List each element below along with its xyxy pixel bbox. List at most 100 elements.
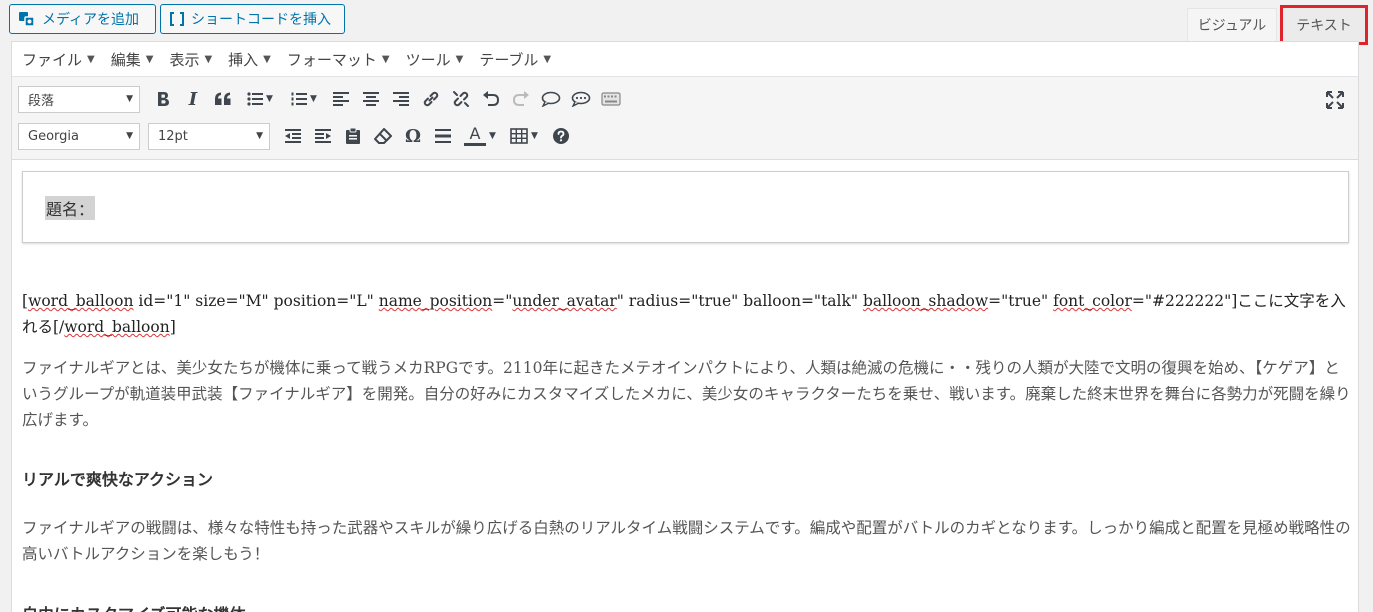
link-icon — [422, 90, 440, 108]
title-block[interactable]: 題名： — [22, 171, 1349, 243]
block-format-value: 段落 — [28, 93, 55, 109]
unlink-icon — [452, 90, 470, 108]
bold-icon — [156, 91, 170, 107]
align-center-icon — [363, 92, 379, 106]
shortcode-text: under_avatar — [512, 292, 617, 310]
editor-menubar: ファイル ▼ 編集 ▼ 表示 ▼ 挿入 ▼ フォーマット ▼ ツール ▼ テーブル ▼ — [12, 42, 1358, 77]
fullscreen-button[interactable] — [1320, 86, 1350, 114]
font-size-select[interactable]: 12pt ▼ — [148, 122, 270, 150]
indent-button[interactable] — [308, 122, 338, 150]
speech-bubble-icon — [541, 91, 561, 107]
chevron-down-icon: ▼ — [126, 94, 133, 104]
tab-visual[interactable]: ビジュアル — [1187, 8, 1277, 41]
font-family-value: Georgia — [28, 128, 79, 144]
clear-formatting-button[interactable] — [368, 122, 398, 150]
comment-button[interactable] — [536, 85, 566, 113]
horizontal-rule-icon — [435, 129, 451, 143]
shortcode-text: word_balloon — [64, 318, 170, 336]
comment-dots-button[interactable] — [566, 85, 596, 113]
keyboard-icon — [601, 92, 621, 106]
outdent-button[interactable] — [278, 122, 308, 150]
fullscreen-icon — [1326, 91, 1344, 109]
toolbar-row-1: 段落 ▼ I ▼ ▼ — [18, 84, 626, 114]
tinymce-editor: ファイル ▼ 編集 ▼ 表示 ▼ 挿入 ▼ フォーマット ▼ ツール ▼ テーブル ▼ 段落 … — [11, 41, 1359, 612]
align-center-button[interactable] — [356, 85, 386, 113]
chevron-down-icon: ▼ — [126, 131, 133, 141]
chevron-down-icon: ▼ — [263, 53, 271, 65]
add-media-button[interactable]: メディアを追加 — [9, 4, 156, 34]
menu-file[interactable]: ファイル ▼ — [22, 49, 95, 70]
special-character-button[interactable]: Ω — [398, 122, 428, 150]
shortcode-text: balloon_shadow — [862, 292, 989, 310]
omega-icon: Ω — [404, 125, 422, 147]
align-left-button[interactable] — [326, 85, 356, 113]
menu-label: テーブル — [479, 50, 539, 69]
menu-label: ファイル — [22, 50, 83, 69]
chevron-down-icon: ▼ — [543, 53, 552, 65]
keyboard-shortcuts-button[interactable] — [546, 122, 576, 150]
block-format-select[interactable]: 段落 ▼ — [18, 85, 140, 113]
table-icon — [510, 128, 528, 144]
undo-button[interactable] — [476, 85, 506, 113]
menu-label: フォーマット — [286, 50, 377, 69]
menu-format[interactable]: フォーマット ▼ — [287, 49, 390, 70]
insert-shortcode-button[interactable]: ショートコードを挿入 — [160, 4, 345, 34]
shortcode-text: name_position — [378, 292, 493, 310]
section-heading[interactable]: リアルで爽快なアクション — [22, 466, 213, 490]
editor-toolbars: 段落 ▼ I ▼ ▼ Georgia ▼ 12pt ▼ Ω A ▼ ▼ — [12, 77, 1358, 160]
shortcode-text: word_balloon — [28, 292, 134, 310]
shortcode-text: =" — [492, 292, 513, 310]
text-color-icon: A — [464, 124, 487, 146]
numbered-list-icon — [291, 92, 308, 106]
italic-icon: I — [188, 88, 198, 110]
chevron-down-icon: ▼ — [204, 53, 213, 65]
redo-button[interactable] — [506, 85, 536, 113]
word-balloon-shortcode[interactable]: [word_balloon id="1" size="M" position="… — [22, 288, 1352, 340]
body-paragraph[interactable]: ファイナルギアの戦闘は、様々な特性も持った武器やスキルが繰り広げる白熱のリアルタ… — [22, 515, 1352, 567]
numbered-list-button[interactable]: ▼ — [282, 85, 326, 113]
menu-table[interactable]: テーブル ▼ — [479, 49, 551, 70]
chevron-down-icon: ▼ — [455, 53, 464, 65]
title-label: 題名： — [45, 196, 96, 220]
chevron-down-icon: ▼ — [489, 131, 496, 141]
speech-bubble-dots-icon — [571, 91, 591, 107]
indent-icon — [315, 129, 331, 143]
align-right-button[interactable] — [386, 85, 416, 113]
chevron-down-icon: ▼ — [145, 53, 154, 65]
bold-button[interactable] — [148, 85, 178, 113]
intro-paragraph[interactable]: ファイナルギアとは、美少女たちが機体に乗って戦うメカRPGです。2110年に起き… — [22, 355, 1352, 433]
keyboard-button[interactable] — [596, 85, 626, 113]
shortcode-text: font_color — [1053, 292, 1132, 310]
menu-tools[interactable]: ツール ▼ — [406, 49, 464, 70]
insert-shortcode-label: ショートコードを挿入 — [191, 12, 331, 28]
section-heading[interactable]: 自由にカスタマイズ可能な機体 — [22, 601, 246, 612]
remove-link-button[interactable] — [446, 85, 476, 113]
add-media-label: メディアを追加 — [42, 12, 140, 28]
insert-link-button[interactable] — [416, 85, 446, 113]
italic-button[interactable]: I — [178, 85, 208, 113]
text-color-glyph: A — [469, 124, 481, 143]
help-icon — [552, 127, 570, 145]
blockquote-button[interactable] — [208, 85, 238, 113]
toolbar-row-2: Georgia ▼ 12pt ▼ Ω A ▼ ▼ — [18, 121, 576, 151]
horizontal-rule-button[interactable] — [428, 122, 458, 150]
chevron-down-icon: ▼ — [381, 53, 390, 65]
menu-view[interactable]: 表示 ▼ — [169, 49, 212, 70]
font-size-value: 12pt — [158, 128, 188, 144]
bullet-list-icon — [247, 92, 264, 106]
bullet-list-button[interactable]: ▼ — [238, 85, 282, 113]
undo-icon — [482, 91, 500, 107]
align-left-icon — [333, 92, 349, 106]
paste-as-text-button[interactable] — [338, 122, 368, 150]
table-button[interactable]: ▼ — [502, 122, 546, 150]
editor-top-bar: メディアを追加 ショートコードを挿入 ビジュアル テキスト — [0, 0, 1373, 45]
shortcode-brackets-icon — [169, 11, 185, 27]
chevron-down-icon: ▼ — [310, 94, 317, 104]
menu-edit[interactable]: 編集 ▼ — [111, 49, 154, 70]
menu-insert[interactable]: 挿入 ▼ — [228, 49, 271, 70]
tab-text[interactable]: テキスト — [1280, 5, 1368, 45]
text-color-button[interactable]: A ▼ — [458, 122, 502, 150]
menu-label: 表示 — [169, 50, 200, 69]
chevron-down-icon: ▼ — [531, 131, 538, 141]
font-family-select[interactable]: Georgia ▼ — [18, 122, 140, 150]
